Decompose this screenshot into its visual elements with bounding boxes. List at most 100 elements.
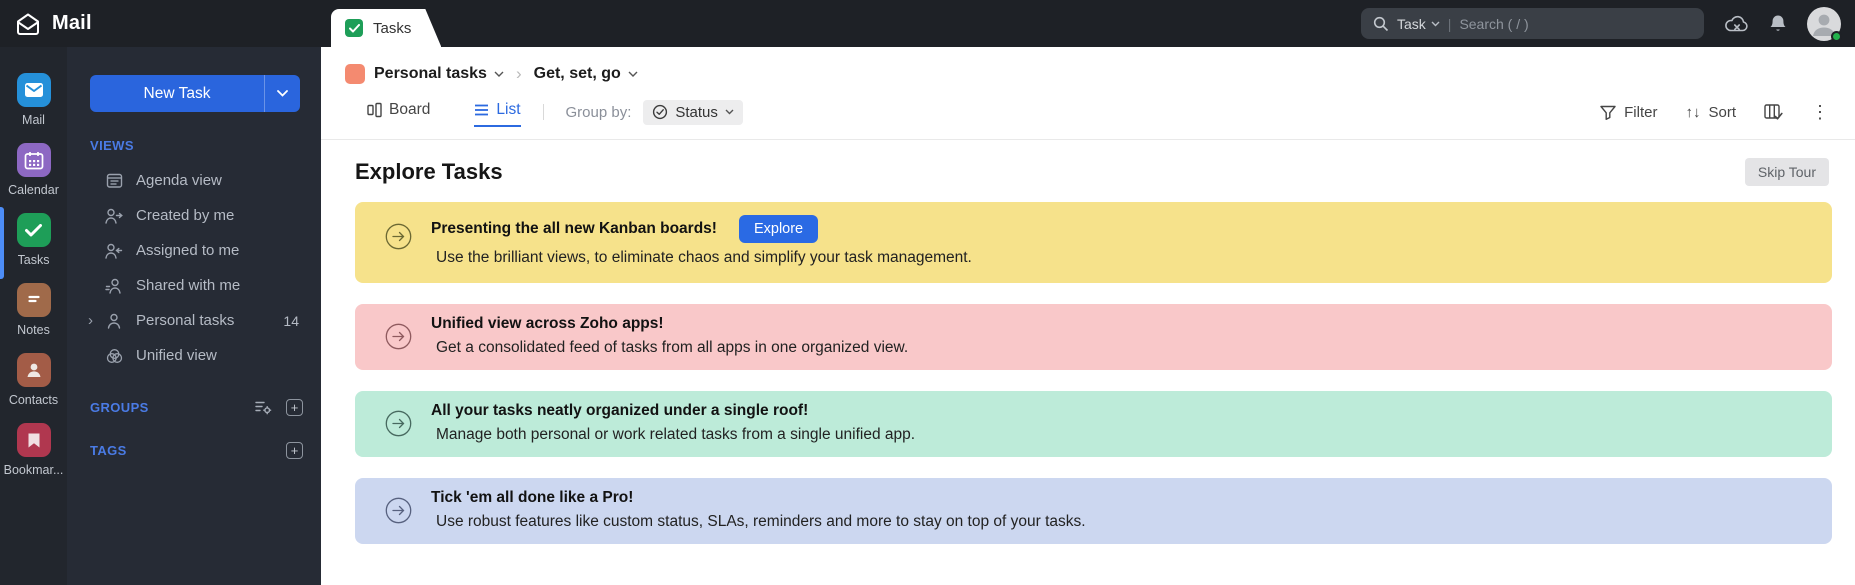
breadcrumb: Personal tasks › Get, set, go — [345, 64, 1855, 84]
zoho-mail-logo-icon — [14, 11, 42, 37]
board-view-button[interactable]: Board — [367, 101, 430, 127]
breadcrumb-list-name: Personal tasks — [374, 65, 487, 82]
chevron-down-icon — [277, 90, 288, 97]
unified-circles-icon — [105, 348, 123, 364]
status-check-circle-icon — [653, 104, 668, 120]
columns-icon — [1764, 103, 1783, 120]
sidebar-item-label: Assigned to me — [136, 242, 240, 259]
banner-subtitle: Manage both personal or work related tas… — [436, 426, 916, 443]
explore-header: Explore Tasks Skip Tour — [355, 158, 1829, 186]
app-title: Mail — [52, 12, 92, 34]
page-title: Explore Tasks — [355, 159, 503, 184]
bookmark-icon — [16, 423, 51, 457]
chevron-down-icon — [628, 71, 638, 77]
banner-kanban: Presenting the all new Kanban boards! Ex… — [355, 202, 1832, 283]
banner-body: All your tasks neatly organized under a … — [431, 402, 915, 444]
breadcrumb-task-dropdown[interactable]: Get, set, go — [534, 65, 638, 83]
task-count-badge: 14 — [283, 312, 299, 329]
skip-tour-button[interactable]: Skip Tour — [1744, 158, 1829, 186]
banner-subtitle: Get a consolidated feed of tasks from al… — [436, 339, 909, 356]
rail-label: Bookmar... — [3, 463, 64, 477]
cloud-sync-icon[interactable] — [1724, 14, 1749, 33]
banner-subtitle: Use the brilliant views, to eliminate ch… — [436, 249, 972, 266]
calendar-icon — [16, 143, 51, 177]
groups-section: GROUPS + — [67, 399, 321, 416]
arrow-circle-icon — [385, 323, 412, 350]
agenda-icon — [105, 172, 123, 189]
filter-button[interactable]: Filter — [1600, 104, 1657, 121]
sidebar-item-created-by-me[interactable]: Created by me — [67, 198, 321, 233]
more-options-icon[interactable]: ⋮ — [1811, 103, 1829, 121]
sidebar-item-shared-with-me[interactable]: Shared with me — [67, 268, 321, 303]
chevron-down-icon — [725, 109, 734, 115]
toolbar-divider — [542, 104, 544, 120]
sort-button[interactable]: ↑↓ Sort — [1685, 104, 1736, 121]
new-task-dropdown[interactable] — [264, 75, 300, 112]
add-group-button[interactable]: + — [286, 399, 303, 416]
banner-unified-view: Unified view across Zoho apps! Get a con… — [355, 304, 1832, 370]
rail-item-tasks[interactable]: Tasks — [0, 207, 67, 279]
kanban-board-icon — [367, 102, 382, 118]
tour-banners: Presenting the all new Kanban boards! Ex… — [355, 202, 1832, 544]
person-arrow-left-icon — [105, 243, 123, 259]
search-input[interactable] — [1459, 15, 1692, 32]
person-icon — [105, 313, 123, 329]
tasks-check-icon — [345, 19, 363, 37]
add-tag-button[interactable]: + — [286, 442, 303, 459]
list-view-button[interactable]: List — [474, 101, 521, 127]
filter-funnel-icon — [1600, 105, 1616, 120]
topbar-right: Task | — [1361, 6, 1855, 42]
group-by-status-dropdown[interactable]: Status — [643, 99, 743, 125]
rail-label: Notes — [17, 323, 50, 337]
board-view-label: Board — [389, 101, 431, 118]
sidebar-item-label: Unified view — [136, 347, 217, 364]
sidebar-item-unified-view[interactable]: Unified view — [67, 338, 321, 373]
tab-tasks[interactable]: Tasks — [331, 9, 441, 47]
rail-item-contacts[interactable]: Contacts — [0, 353, 67, 407]
rail-item-mail[interactable]: Mail — [0, 73, 67, 127]
sidebar-item-label: Personal tasks — [136, 312, 235, 329]
sort-label: Sort — [1708, 103, 1736, 121]
search-scope-dropdown[interactable]: Task — [1397, 16, 1440, 32]
search-icon — [1373, 16, 1389, 32]
new-task-button[interactable]: New Task — [90, 75, 300, 112]
sidebar-item-personal-tasks[interactable]: › Personal tasks 14 — [67, 303, 321, 338]
arrow-circle-icon — [385, 223, 412, 250]
chevron-down-icon — [1431, 21, 1440, 26]
group-by-label: Group by: — [565, 103, 632, 121]
breadcrumb-task-name: Get, set, go — [533, 65, 621, 82]
app-rail: Mail Calendar Tasks Notes Contacts Bookm… — [0, 47, 67, 585]
views-list: Agenda view Created by me Assigned to me… — [67, 163, 321, 373]
sidebar-item-assigned-to-me[interactable]: Assigned to me — [67, 233, 321, 268]
rail-item-notes[interactable]: Notes — [0, 283, 67, 337]
columns-button[interactable] — [1764, 103, 1783, 121]
groups-settings-icon[interactable] — [255, 400, 272, 415]
tasks-sidebar: New Task VIEWS Agenda view Created by me — [67, 47, 321, 585]
user-avatar[interactable] — [1807, 6, 1842, 42]
person-arrow-right-icon — [105, 208, 123, 224]
sidebar-item-agenda-view[interactable]: Agenda view — [67, 163, 321, 198]
breadcrumb-list-dropdown[interactable]: Personal tasks — [374, 65, 504, 83]
banner-pro: Tick 'em all done like a Pro! Use robust… — [355, 478, 1832, 544]
explore-button[interactable]: Explore — [738, 215, 819, 243]
banner-title: Tick 'em all done like a Pro! — [431, 489, 634, 506]
online-status-dot — [1831, 30, 1842, 42]
rail-item-calendar[interactable]: Calendar — [0, 143, 67, 197]
arrow-circle-icon — [385, 497, 412, 524]
tasks-icon — [16, 213, 51, 247]
search-bar[interactable]: Task | — [1361, 8, 1704, 39]
sort-arrows-icon: ↑↓ — [1685, 103, 1701, 121]
list-view-label: List — [496, 101, 521, 118]
rail-label: Tasks — [17, 253, 50, 267]
brand[interactable]: Mail — [0, 11, 92, 37]
chevron-down-icon — [494, 71, 504, 77]
search-divider: | — [1447, 15, 1452, 32]
banner-title: All your tasks neatly organized under a … — [431, 402, 809, 419]
notifications-bell-icon[interactable] — [1769, 14, 1787, 34]
arrow-circle-icon — [385, 410, 412, 437]
banner-body: Tick 'em all done like a Pro! Use robust… — [431, 489, 1086, 531]
expand-chevron-icon[interactable]: › — [88, 312, 93, 329]
plus-icon: + — [286, 442, 303, 459]
list-color-swatch — [345, 64, 365, 84]
rail-item-bookmarks[interactable]: Bookmar... — [0, 423, 67, 477]
